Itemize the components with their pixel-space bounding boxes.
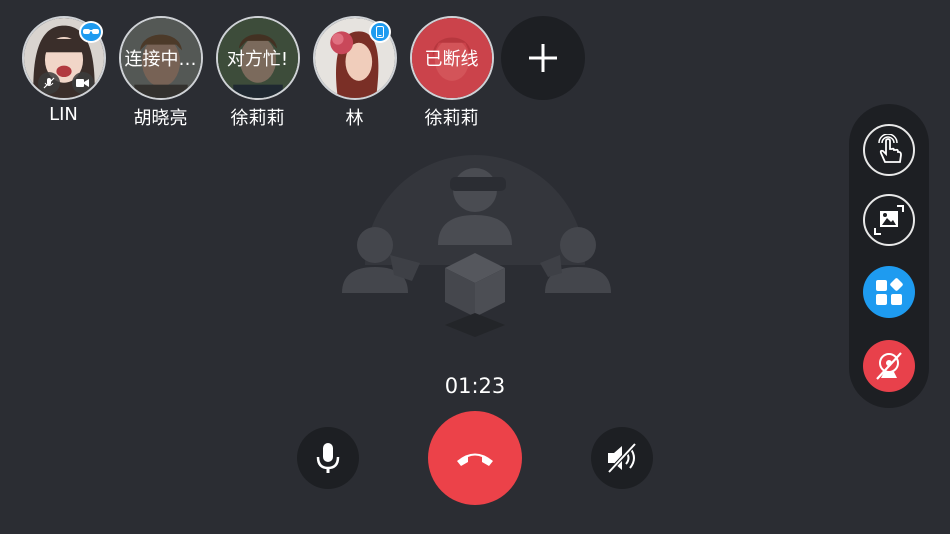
speaker-mute-icon [607, 442, 637, 474]
participant-lin[interactable]: LIN [20, 16, 107, 130]
camera-off-icon [876, 352, 902, 380]
disconnected-status: 已断线 [411, 18, 492, 98]
participant-name: 胡晓亮 [133, 108, 188, 129]
hang-up-icon [457, 453, 493, 466]
avatar[interactable]: 连接中… [118, 16, 203, 100]
microphone-icon [316, 443, 340, 473]
avatar[interactable]: 对方忙! [215, 16, 300, 100]
participants-bar: LIN 连接中… 胡晓亮 对方忙! 徐莉莉 林 已断线 徐莉莉 [20, 16, 585, 130]
screenshot-button[interactable] [863, 194, 915, 246]
touch-pointer-icon [878, 134, 902, 163]
microphone-button[interactable] [297, 427, 359, 489]
touch-pointer-button[interactable] [863, 124, 915, 176]
speaker-mute-button[interactable] [591, 427, 653, 489]
participant-huxiaoliang[interactable]: 连接中… 胡晓亮 [117, 16, 204, 130]
call-timer: 01:23 [444, 374, 506, 398]
conference-illustration [342, 155, 611, 337]
hang-up-button[interactable] [428, 411, 522, 505]
mic-muted-icon [37, 72, 60, 94]
participant-name: 徐莉莉 [230, 108, 285, 129]
busy-status: 对方忙! [217, 18, 298, 98]
participant-xulili-disconnected[interactable]: 已断线 徐莉莉 [408, 16, 495, 130]
participant-name: LIN [49, 104, 78, 125]
phone-icon [369, 21, 391, 43]
avatar[interactable]: 已断线 [409, 16, 494, 100]
side-tool-panel [849, 104, 929, 408]
apps-icon [876, 278, 903, 305]
add-participant-button[interactable] [501, 16, 585, 100]
participant-lin-cn[interactable]: 林 [311, 16, 398, 130]
participant-name: 徐莉莉 [424, 108, 479, 129]
apps-button[interactable] [863, 266, 915, 318]
participant-name: 林 [345, 108, 364, 129]
participant-xulili-busy[interactable]: 对方忙! 徐莉莉 [214, 16, 301, 130]
camera-off-button[interactable] [863, 340, 915, 392]
plus-icon [529, 44, 557, 72]
screenshot-icon [874, 205, 904, 235]
video-camera-icon [71, 72, 94, 94]
glasses-icon [79, 21, 103, 43]
connection-status: 连接中… [120, 18, 201, 98]
